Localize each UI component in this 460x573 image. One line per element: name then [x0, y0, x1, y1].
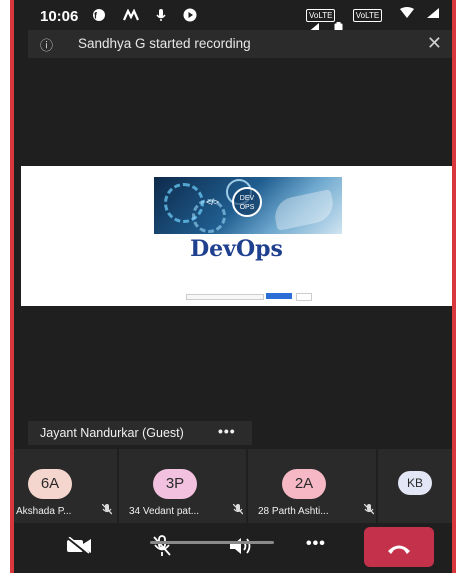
speaker-icon [230, 538, 251, 554]
shared-screen: </> DEV OPS DevOps [21, 166, 452, 306]
activity-icon [122, 8, 139, 21]
mute-button[interactable] [152, 535, 172, 562]
badge-text-bottom: OPS [239, 204, 255, 211]
participant-name: 34 Vedant pat... [129, 506, 200, 517]
wifi-icon [399, 7, 414, 18]
code-icon: </> [206, 197, 220, 207]
volte-icon-2: VoLTE [352, 9, 383, 22]
status-bar: 10:06 f VoLTE VoLTE [14, 0, 452, 35]
recording-text: Sandhya G started recording [78, 36, 251, 51]
screenshot-frame: 10:06 f VoLTE VoLTE ⓘ Sandhya G started … [0, 0, 460, 573]
mic-off-icon [363, 503, 375, 518]
play-icon [183, 8, 197, 22]
presenter-label[interactable]: Jayant Nandurkar (Guest) ••• [28, 421, 252, 445]
participant-tile[interactable]: 6A Akshada P... [14, 449, 117, 523]
camera-off-icon [67, 536, 91, 555]
hang-up-button[interactable] [364, 527, 434, 567]
presenter-name: Jayant Nandurkar (Guest) [40, 426, 184, 440]
participant-tile[interactable]: 3P 34 Vedant pat... [119, 449, 246, 523]
phone-screen: 10:06 f VoLTE VoLTE ⓘ Sandhya G started … [14, 0, 452, 573]
volte-icon: VoLTE [306, 9, 336, 22]
hand-graphic [271, 189, 337, 231]
home-indicator [150, 541, 274, 544]
participant-strip: 6A Akshada P... 3P 34 Vedant pat... 2A 2… [14, 449, 452, 523]
slide-footer [186, 293, 316, 301]
avatar: 6A [28, 469, 72, 499]
more-icon[interactable]: ••• [218, 423, 236, 439]
close-icon[interactable]: ✕ [427, 33, 442, 54]
svg-text:f: f [94, 11, 104, 21]
participant-tile[interactable]: 2A 28 Parth Ashti... [248, 449, 376, 523]
avatar: 3P [153, 469, 197, 499]
signal-icon [426, 8, 439, 18]
mic-off-icon [232, 503, 244, 518]
participant-tile[interactable]: KB [378, 449, 452, 523]
info-icon: ⓘ [40, 38, 54, 53]
participant-name: Akshada P... [16, 506, 72, 517]
slide-input [186, 294, 264, 300]
camera-off-button[interactable] [66, 536, 92, 560]
mic-off-icon [101, 503, 113, 518]
recording-banner: ⓘ Sandhya G started recording ✕ [28, 30, 452, 58]
notification-icons: f [92, 7, 197, 23]
hang-up-icon [388, 545, 410, 555]
status-time: 10:06 [40, 8, 79, 25]
call-controls: ••• [14, 525, 452, 573]
slide-button [266, 293, 292, 299]
avatar: 2A [282, 469, 326, 499]
participant-name: 28 Parth Ashti... [258, 506, 329, 517]
more-options-button[interactable]: ••• [306, 535, 326, 553]
badge-text-top: DEV [239, 195, 255, 202]
devops-hero-image: </> DEV OPS [154, 177, 342, 234]
notification-icon: f [93, 9, 105, 21]
slide-title: DevOps [190, 236, 283, 262]
avatar: KB [398, 471, 432, 495]
slide-button-2 [296, 293, 312, 301]
devops-badge: DEV OPS [232, 187, 262, 217]
red-border-right [452, 0, 456, 573]
mic-status-icon [156, 9, 166, 21]
mic-off-icon [153, 535, 171, 556]
